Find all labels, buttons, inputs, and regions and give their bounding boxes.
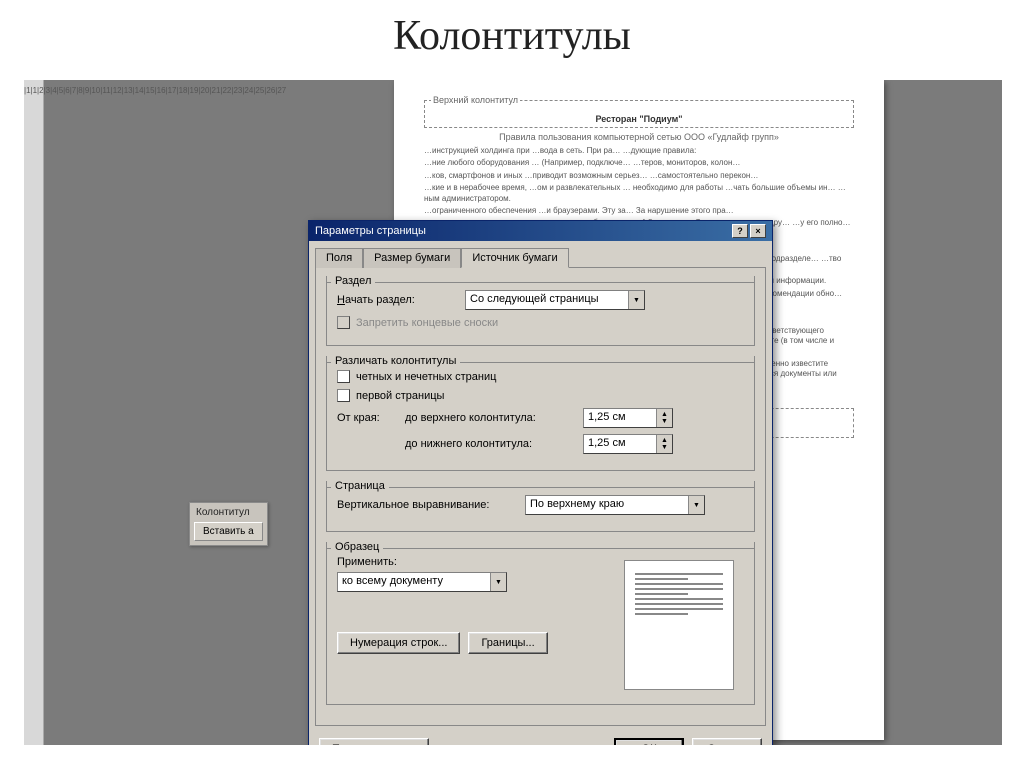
dialog-title: Параметры страницы [315, 225, 426, 237]
apply-to-value: ко всему документу [338, 573, 490, 591]
default-button[interactable]: По умолчанию... [319, 738, 429, 745]
page-setup-dialog: Параметры страницы ? × Поля Размер бумаг… [308, 220, 773, 745]
section-start-combo[interactable]: Со следующей страницы ▼ [465, 290, 645, 310]
group-section-label: Раздел [331, 275, 375, 287]
header-footer-toolbar: Колонтитул Вставить а [189, 502, 268, 546]
odd-even-checkbox[interactable]: четных и нечетных страниц [337, 370, 496, 383]
footer-distance-value: 1,25 см [584, 435, 656, 453]
doc-subtitle: Правила пользования компьютерной сетью О… [424, 132, 854, 142]
valign-label: Вертикальное выравнивание: [337, 499, 517, 511]
group-section: Раздел Начать раздел: Со следующей стран… [326, 276, 755, 346]
slide-title: Колонтитулы [0, 0, 1024, 68]
header-distance-value: 1,25 см [584, 409, 656, 427]
section-start-value: Со следующей страницы [466, 291, 628, 309]
word-workspace: |1|1|2|3|4|5|6|7|8|9|10|11|12|13|14|15|1… [24, 80, 1002, 745]
header-distance-spin[interactable]: 1,25 см ▲▼ [583, 408, 673, 428]
chevron-down-icon: ▼ [628, 291, 644, 309]
chevron-down-icon: ▼ [688, 496, 704, 514]
apply-to-label: Применить: [337, 556, 397, 568]
to-header-label: до верхнего колонтитула: [405, 412, 575, 424]
toolbar-title: Колонтитул [192, 505, 265, 520]
from-edge-label: От края: [337, 412, 397, 424]
footer-distance-spin[interactable]: 1,25 см ▲▼ [583, 434, 673, 454]
tab-paper-source[interactable]: Источник бумаги [461, 248, 568, 268]
group-page-label: Страница [331, 480, 389, 492]
tab-panel-paper-source: Раздел Начать раздел: Со следующей стран… [315, 267, 766, 726]
to-footer-label: до нижнего колонтитула: [405, 438, 575, 450]
group-sample-label: Образец [331, 541, 383, 553]
group-headers-label: Различать колонтитулы [331, 355, 460, 367]
vertical-ruler: |1|1|2|3|4|5|6|7|8|9|10|11|12|13|14|15|1… [24, 80, 44, 745]
suppress-endnotes-checkbox: Запретить концевые сноски [337, 316, 498, 329]
group-sample: Образец Применить: ко всему документу ▼ … [326, 542, 755, 705]
first-page-checkbox[interactable]: первой страницы [337, 389, 444, 402]
dialog-tabs: Поля Размер бумаги Источник бумаги [309, 241, 772, 267]
cancel-button[interactable]: Отмена [692, 738, 762, 745]
spinner-icon: ▲▼ [656, 435, 672, 453]
borders-button[interactable]: Границы... [468, 632, 547, 654]
header-zone-label: Верхний колонтитул [431, 95, 520, 105]
tab-paper-size[interactable]: Размер бумаги [363, 248, 461, 268]
group-page: Страница Вертикальное выравнивание: По в… [326, 481, 755, 532]
page-preview [624, 560, 734, 690]
valign-value: По верхнему краю [526, 496, 688, 514]
section-start-label: Начать раздел: [337, 294, 457, 306]
chevron-down-icon: ▼ [490, 573, 506, 591]
doc-brand: Ресторан "Подиум" [431, 114, 847, 124]
dialog-titlebar[interactable]: Параметры страницы ? × [309, 221, 772, 241]
apply-to-combo[interactable]: ко всему документу ▼ [337, 572, 507, 592]
spinner-icon: ▲▼ [656, 409, 672, 427]
group-headers: Различать колонтитулы четных и нечетных … [326, 356, 755, 471]
dialog-button-bar: По умолчанию... ОК Отмена [309, 732, 772, 745]
ok-button[interactable]: ОК [614, 738, 684, 745]
close-button[interactable]: × [750, 224, 766, 238]
insert-autotext-button[interactable]: Вставить а [194, 522, 263, 541]
header-area[interactable]: Верхний колонтитул Ресторан "Подиум" [424, 100, 854, 128]
tab-fields[interactable]: Поля [315, 248, 363, 268]
help-button[interactable]: ? [732, 224, 748, 238]
valign-combo[interactable]: По верхнему краю ▼ [525, 495, 705, 515]
line-numbers-button[interactable]: Нумерация строк... [337, 632, 460, 654]
